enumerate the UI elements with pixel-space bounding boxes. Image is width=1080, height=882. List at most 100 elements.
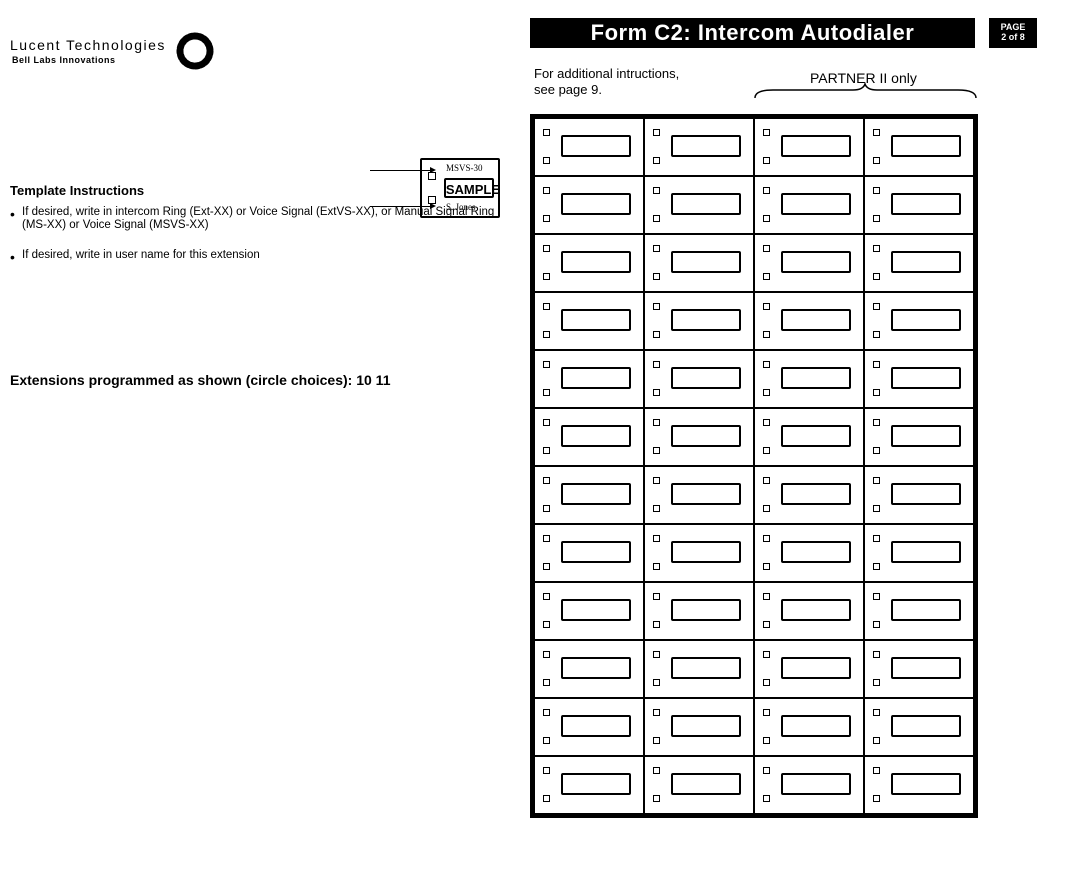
grid-cell	[534, 640, 644, 698]
entry-field	[561, 135, 631, 157]
checkbox-icon	[653, 621, 660, 628]
grid-cell	[754, 234, 864, 292]
entry-field	[671, 483, 741, 505]
checkbox-icon	[653, 419, 660, 426]
grid-row	[534, 756, 974, 814]
grid-cell	[534, 466, 644, 524]
checkbox-icon	[543, 593, 550, 600]
checkbox-icon	[428, 172, 436, 180]
grid-cell	[864, 292, 974, 350]
entry-field	[781, 251, 851, 273]
grid-cell	[534, 350, 644, 408]
sample-field	[444, 178, 494, 198]
checkbox-icon	[653, 709, 660, 716]
checkbox-icon	[653, 389, 660, 396]
checkbox-icon	[653, 563, 660, 570]
extensions-programmed-line: Extensions programmed as shown (circle c…	[10, 372, 520, 388]
checkbox-icon	[543, 273, 550, 280]
page-badge: PAGE 2 of 8	[989, 18, 1037, 48]
checkbox-icon	[763, 651, 770, 658]
checkbox-icon	[543, 737, 550, 744]
logo-row: Lucent Technologies Bell Labs Innovation…	[10, 30, 520, 72]
grid-cell	[644, 466, 754, 524]
checkbox-icon	[653, 447, 660, 454]
checkbox-icon	[873, 621, 880, 628]
checkbox-icon	[543, 795, 550, 802]
grid-cell	[644, 582, 754, 640]
checkbox-icon	[543, 767, 550, 774]
checkbox-icon	[428, 196, 436, 204]
checkbox-icon	[653, 187, 660, 194]
checkbox-icon	[873, 737, 880, 744]
checkbox-icon	[763, 679, 770, 686]
grid-cell	[864, 756, 974, 814]
grid-cell	[534, 524, 644, 582]
checkbox-icon	[543, 389, 550, 396]
grid-cell	[754, 640, 864, 698]
grid-cell	[534, 756, 644, 814]
grid-row	[534, 350, 974, 408]
checkbox-icon	[543, 447, 550, 454]
grid-cell	[534, 176, 644, 234]
checkbox-icon	[763, 129, 770, 136]
checkbox-icon	[653, 215, 660, 222]
checkbox-icon	[873, 331, 880, 338]
entry-field	[891, 193, 961, 215]
entry-field	[891, 425, 961, 447]
entry-field	[671, 309, 741, 331]
entry-field	[671, 193, 741, 215]
checkbox-icon	[543, 477, 550, 484]
checkbox-icon	[763, 709, 770, 716]
checkbox-icon	[763, 419, 770, 426]
checkbox-icon	[543, 245, 550, 252]
checkbox-icon	[543, 129, 550, 136]
grid-cell	[644, 118, 754, 176]
grid-row	[534, 640, 974, 698]
grid-row	[534, 408, 974, 466]
entry-field	[561, 657, 631, 679]
checkbox-icon	[873, 245, 880, 252]
grid-cell	[644, 234, 754, 292]
grid-row	[534, 176, 974, 234]
grid-row	[534, 466, 974, 524]
checkbox-icon	[873, 709, 880, 716]
grid-cell	[754, 408, 864, 466]
form-title-bar: Form C2: Intercom Autodialer	[530, 18, 975, 48]
checkbox-icon	[653, 593, 660, 600]
company-name: Lucent Technologies	[10, 37, 166, 53]
grid-cell	[754, 118, 864, 176]
grid-cell	[644, 756, 754, 814]
entry-field	[671, 367, 741, 389]
company-sub: Bell Labs Innovations	[12, 55, 166, 65]
entry-field	[891, 715, 961, 737]
entry-field	[561, 309, 631, 331]
grid-row	[534, 292, 974, 350]
checkbox-icon	[543, 303, 550, 310]
checkbox-icon	[763, 535, 770, 542]
grid-cell	[864, 234, 974, 292]
checkbox-icon	[543, 621, 550, 628]
additional-instructions-line2: see page 9.	[534, 82, 602, 97]
entry-field	[781, 599, 851, 621]
checkbox-icon	[763, 303, 770, 310]
curly-brace-icon	[753, 82, 978, 100]
grid-row	[534, 118, 974, 176]
checkbox-icon	[873, 389, 880, 396]
checkbox-icon	[653, 303, 660, 310]
entry-field	[781, 367, 851, 389]
checkbox-icon	[543, 535, 550, 542]
checkbox-icon	[653, 795, 660, 802]
entry-field	[671, 657, 741, 679]
entry-field	[781, 425, 851, 447]
entry-field	[891, 309, 961, 331]
entry-field	[671, 715, 741, 737]
checkbox-icon	[653, 737, 660, 744]
checkbox-icon	[543, 187, 550, 194]
entry-field	[561, 599, 631, 621]
lucent-ring-icon	[174, 30, 216, 72]
entry-field	[561, 541, 631, 563]
grid-cell	[534, 582, 644, 640]
checkbox-icon	[763, 621, 770, 628]
entry-field	[561, 193, 631, 215]
entry-field	[781, 135, 851, 157]
